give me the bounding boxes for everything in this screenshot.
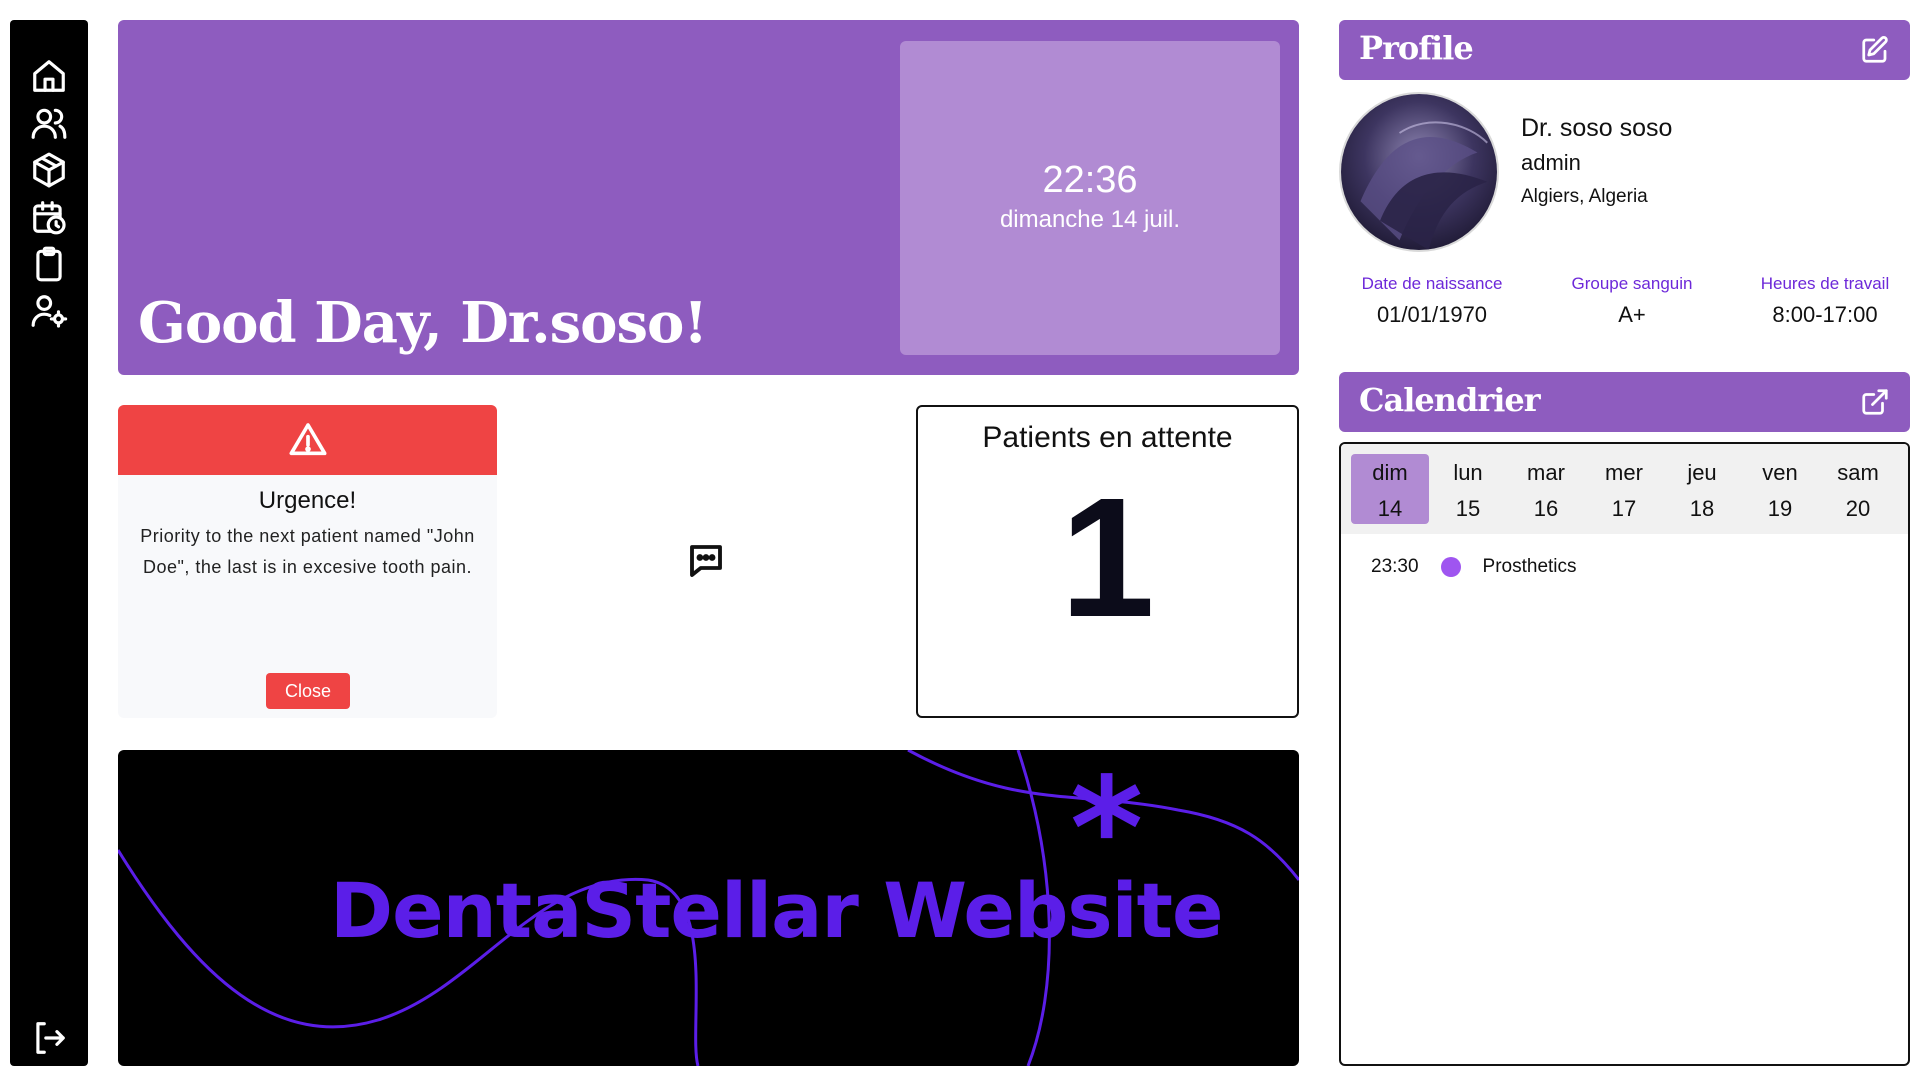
day-mar[interactable]: mar 16	[1507, 454, 1585, 524]
greeting-title: Good Day, Dr.soso!	[138, 290, 708, 356]
calendar-clock-icon[interactable]	[29, 197, 69, 237]
stat-value: 01/01/1970	[1376, 302, 1488, 327]
day-number: 18	[1689, 496, 1715, 521]
waiting-patients-card: Patients en attente 1	[916, 405, 1299, 718]
hero-banner: Good Day, Dr.soso! 22:36 dimanche 14 jui…	[118, 20, 1299, 375]
calendar-event[interactable]: 23:30 Prosthetics	[1371, 556, 1577, 578]
day-name: mar	[1527, 460, 1565, 485]
users-icon[interactable]	[29, 103, 69, 143]
stat-birthdate: Date de naissance 01/01/1970	[1337, 274, 1527, 328]
urgence-header	[118, 405, 497, 475]
day-name: jeu	[1687, 460, 1717, 485]
day-mer[interactable]: mer 17	[1585, 454, 1663, 524]
profile-name: Dr. soso soso	[1521, 114, 1673, 142]
calendar-panel: dim 14 lun 15 mar 16 mer 17 jeu 18 ven 1…	[1339, 442, 1910, 1066]
day-number: 17	[1611, 496, 1637, 521]
user-settings-icon[interactable]	[29, 291, 69, 331]
stat-work-hours: Heures de travail 8:00-17:00	[1730, 274, 1919, 328]
calendar-header: Calendrier	[1339, 372, 1910, 432]
week-strip: dim 14 lun 15 mar 16 mer 17 jeu 18 ven 1…	[1341, 444, 1908, 534]
stat-label: Groupe sanguin	[1571, 274, 1693, 293]
clock-card: 22:36 dimanche 14 juil.	[900, 41, 1280, 355]
clock-date: dimanche 14 juil.	[999, 206, 1181, 233]
day-dim[interactable]: dim 14	[1351, 454, 1429, 524]
urgence-message: Priority to the next patient named "John…	[140, 526, 475, 577]
profile-title: Profile	[1359, 29, 1474, 67]
day-name: dim	[1372, 460, 1408, 485]
event-time: 23:30	[1371, 556, 1419, 577]
stat-value: A+	[1618, 302, 1646, 327]
clock-time: 22:36	[1042, 159, 1138, 201]
box-icon[interactable]	[29, 150, 69, 190]
edit-icon[interactable]	[1860, 35, 1890, 65]
day-number: 20	[1845, 496, 1871, 521]
day-number: 16	[1533, 496, 1559, 521]
chat-icon[interactable]	[685, 540, 727, 582]
urgence-title: Urgence!	[258, 487, 357, 514]
stat-value: 8:00-17:00	[1772, 302, 1878, 327]
event-dot	[1440, 557, 1461, 577]
profile-location: Algiers, Algeria	[1521, 186, 1648, 207]
stat-blood-group: Groupe sanguin A+	[1537, 274, 1727, 328]
profile-role: admin	[1521, 150, 1581, 175]
day-jeu[interactable]: jeu 18	[1663, 454, 1741, 524]
stat-label: Heures de travail	[1760, 274, 1890, 293]
waiting-title: Patients en attente	[982, 421, 1233, 454]
logout-icon[interactable]	[29, 1018, 69, 1058]
external-link-icon[interactable]	[1860, 387, 1890, 417]
close-button[interactable]: Close	[266, 673, 350, 709]
warning-icon	[289, 423, 326, 456]
clipboard-icon[interactable]	[29, 244, 69, 284]
profile-header: Profile	[1339, 20, 1910, 80]
urgence-card: Urgence! Priority to the next patient na…	[118, 405, 497, 718]
day-name: mer	[1605, 460, 1643, 485]
avatar	[1339, 92, 1499, 252]
sidebar	[10, 20, 88, 1066]
day-name: sam	[1837, 460, 1879, 485]
day-name: ven	[1762, 460, 1798, 485]
calendar-title: Calendrier	[1359, 381, 1541, 419]
day-number: 15	[1455, 496, 1481, 521]
day-number: 14	[1377, 496, 1403, 521]
event-title: Prosthetics	[1482, 556, 1577, 577]
waiting-count: 1	[1060, 463, 1155, 653]
website-banner[interactable]: DentaStellar Website *	[118, 750, 1299, 1066]
day-lun[interactable]: lun 15	[1429, 454, 1507, 524]
day-number: 19	[1767, 496, 1793, 521]
day-sam[interactable]: sam 20	[1819, 454, 1897, 524]
asterisk-icon: *	[1070, 750, 1144, 911]
day-name: lun	[1453, 460, 1483, 485]
day-ven[interactable]: ven 19	[1741, 454, 1819, 524]
stat-label: Date de naissance	[1361, 274, 1503, 293]
home-icon[interactable]	[29, 56, 69, 96]
